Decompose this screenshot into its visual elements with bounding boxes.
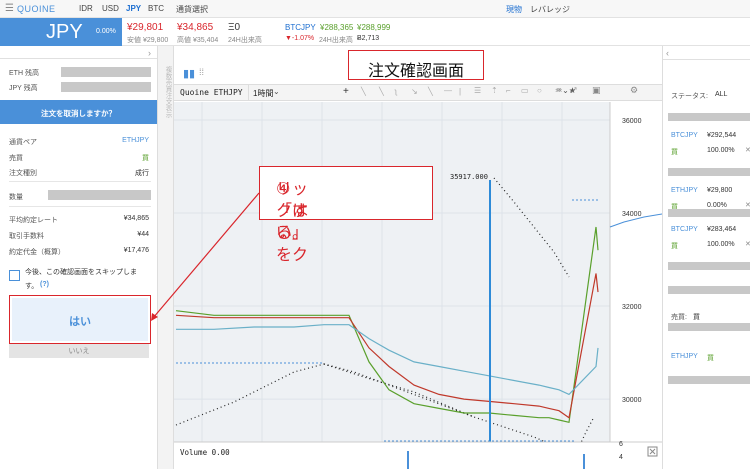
annotation-arrow-line [152,192,260,319]
annotation-arrow [151,192,260,321]
annotation-callout: ④「はい」をク リックする。 [259,166,433,264]
annotation-callout-line2: リックする。 [276,181,309,242]
